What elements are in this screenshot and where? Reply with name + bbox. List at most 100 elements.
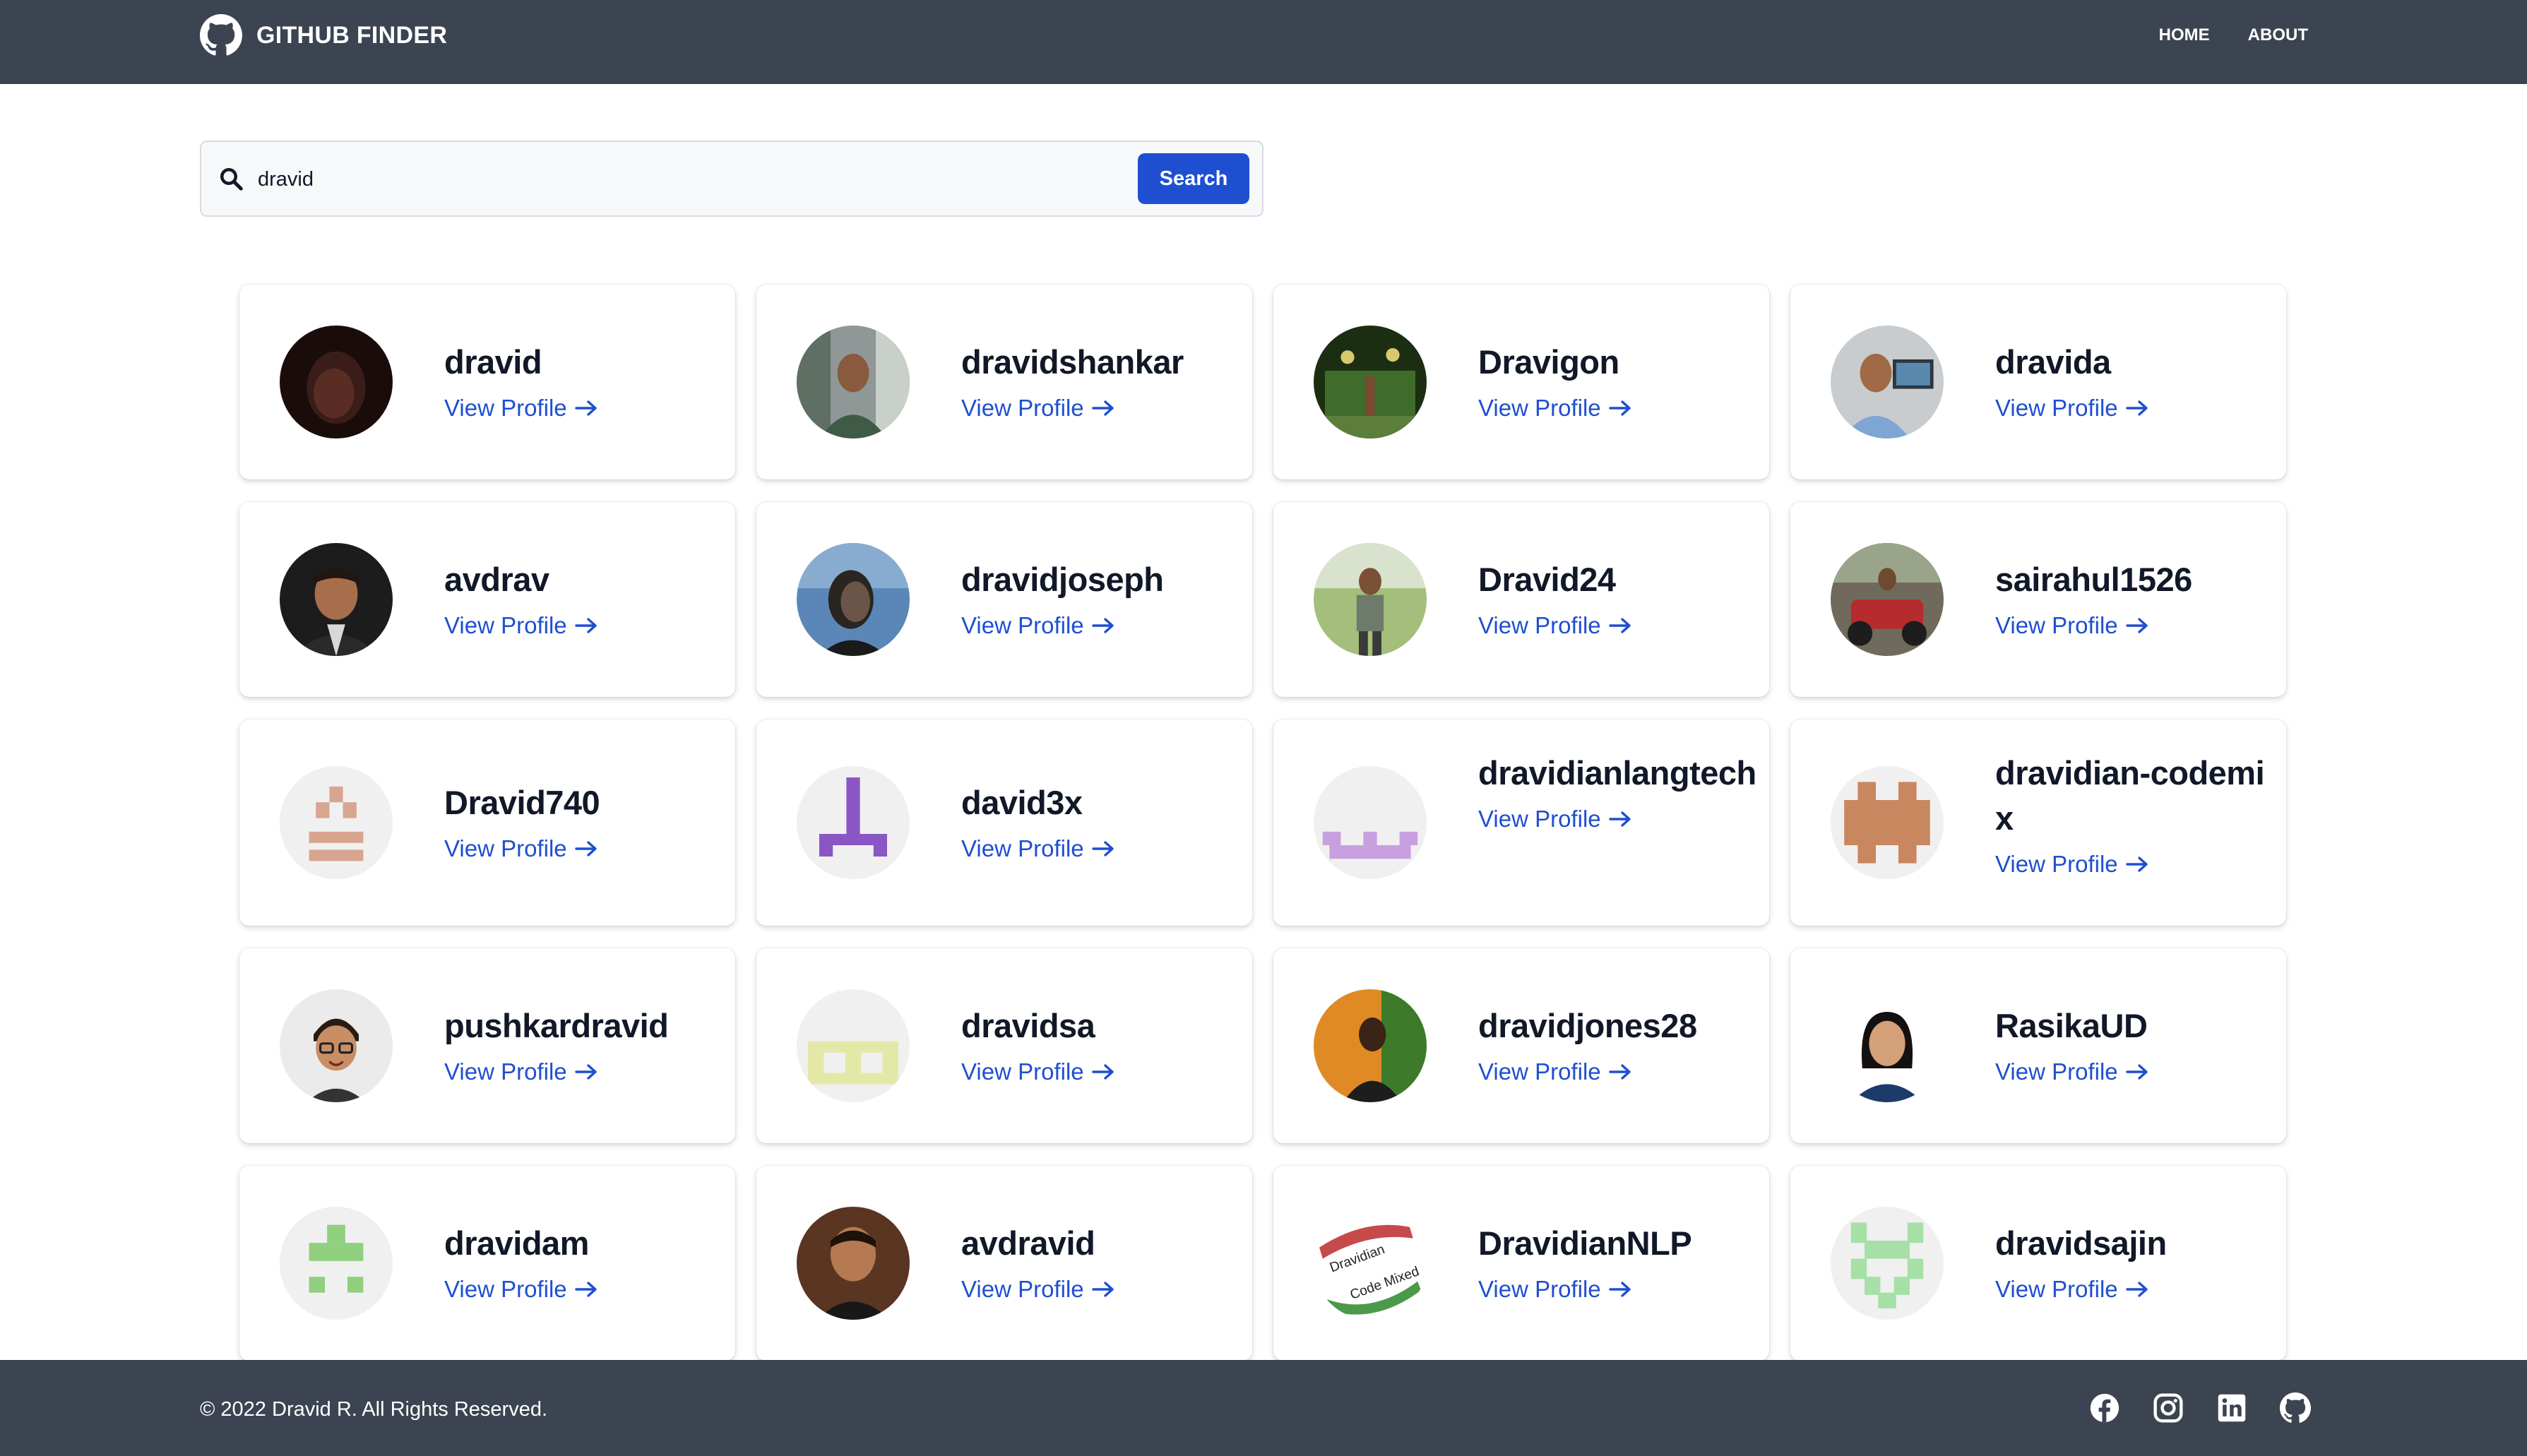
- arrow-right-icon: [1608, 1064, 1631, 1080]
- arrow-right-icon: [1091, 400, 1114, 416]
- view-profile-link-dravida[interactable]: View Profile: [1995, 392, 2149, 424]
- user-card: RasikaUD View Profile: [1790, 948, 2286, 1143]
- user-card-info: Dravigon View Profile: [1478, 340, 1741, 424]
- user-card: dravidjones28 View Profile: [1273, 948, 1769, 1143]
- arrow-right-icon: [1091, 618, 1114, 633]
- instagram-link[interactable]: [2153, 1392, 2184, 1424]
- avatar-image: [280, 766, 393, 879]
- user-login-name: dravidjoseph: [961, 561, 1164, 598]
- arrow-right-icon: [1608, 400, 1631, 416]
- user-card-info: dravidsajin View Profile: [1995, 1221, 2258, 1306]
- view-profile-label: View Profile: [444, 612, 567, 638]
- user-login-name: dravidsajin: [1995, 1224, 2167, 1262]
- user-card-info: DravidianNLP View Profile: [1478, 1221, 1741, 1306]
- user-avatar: [1314, 766, 1427, 879]
- view-profile-link-dravidsa[interactable]: View Profile: [961, 1056, 1115, 1088]
- view-profile-link-dravigon[interactable]: View Profile: [1478, 392, 1632, 424]
- view-profile-label: View Profile: [961, 612, 1084, 638]
- avatar-image: [280, 326, 393, 438]
- view-profile-link-rasikaud[interactable]: View Profile: [1995, 1056, 2149, 1088]
- linkedin-link[interactable]: [2216, 1392, 2247, 1424]
- view-profile-link-avdrav[interactable]: View Profile: [444, 609, 598, 642]
- view-profile-label: View Profile: [961, 835, 1084, 861]
- view-profile-link-dravidiannlp[interactable]: View Profile: [1478, 1273, 1632, 1306]
- arrow-right-icon: [1608, 618, 1631, 633]
- user-card: dravidianlangtech View Profile: [1273, 720, 1769, 926]
- user-avatar: [280, 766, 393, 879]
- avatar-image: DravidianCode Mixed: [1314, 1207, 1427, 1320]
- view-profile-link-dravidam[interactable]: View Profile: [444, 1273, 598, 1306]
- view-profile-label: View Profile: [1478, 612, 1601, 638]
- user-login-name: Dravid24: [1478, 561, 1616, 598]
- user-card: dravidsa View Profile: [756, 948, 1252, 1143]
- user-card-info: RasikaUD View Profile: [1995, 1003, 2258, 1088]
- facebook-link[interactable]: [2089, 1392, 2120, 1424]
- view-profile-link-dravidian-codemix[interactable]: View Profile: [1995, 848, 2149, 881]
- user-card-info: dravidjones28 View Profile: [1478, 1003, 1741, 1088]
- view-profile-link-dravid[interactable]: View Profile: [444, 392, 598, 424]
- view-profile-link-dravidshankar[interactable]: View Profile: [961, 392, 1115, 424]
- user-card: dravidian-codemix View Profile: [1790, 720, 2286, 926]
- user-login-name: dravidian-codemix: [1995, 754, 2265, 837]
- user-login-name: pushkardravid: [444, 1007, 669, 1044]
- user-avatar: [1831, 543, 1944, 656]
- instagram-icon: [2153, 1393, 2183, 1423]
- view-profile-link-sairahul1526[interactable]: View Profile: [1995, 609, 2149, 642]
- avatar-image: [1314, 989, 1427, 1102]
- github-link[interactable]: [2280, 1392, 2311, 1424]
- search-button[interactable]: Search: [1138, 153, 1249, 204]
- user-avatar: [280, 989, 393, 1102]
- avatar-image: [1831, 766, 1944, 879]
- arrow-right-icon: [574, 618, 597, 633]
- arrow-right-icon: [2125, 1282, 2148, 1297]
- search-input[interactable]: [258, 157, 1035, 201]
- user-login-name: sairahul1526: [1995, 561, 2192, 598]
- brand-link[interactable]: GITHUB FINDER: [200, 13, 447, 58]
- user-card: Dravid24 View Profile: [1273, 502, 1769, 697]
- avatar-image: [280, 989, 393, 1102]
- view-profile-link-dravid740[interactable]: View Profile: [444, 833, 598, 865]
- arrow-right-icon: [574, 1282, 597, 1297]
- user-avatar: [797, 1207, 910, 1320]
- view-profile-link-dravidsajin[interactable]: View Profile: [1995, 1273, 2149, 1306]
- view-profile-link-dravidjoseph[interactable]: View Profile: [961, 609, 1115, 642]
- arrow-right-icon: [574, 400, 597, 416]
- user-avatar: Dravidian Code Mixed: [1314, 1207, 1427, 1320]
- arrow-right-icon: [1608, 811, 1631, 827]
- search-icon: [220, 168, 243, 191]
- user-card-info: avdrav View Profile: [444, 557, 707, 642]
- nav-home-link[interactable]: HOME: [2159, 21, 2210, 49]
- view-profile-label: View Profile: [1478, 395, 1601, 421]
- user-card-info: david3x View Profile: [961, 780, 1224, 865]
- user-login-name: dravid: [444, 343, 542, 381]
- view-profile-label: View Profile: [1478, 1276, 1601, 1302]
- arrow-right-icon: [574, 1064, 597, 1080]
- arrow-right-icon: [1608, 1282, 1631, 1297]
- user-card: Dravigon View Profile: [1273, 285, 1769, 479]
- social-links: [2089, 1392, 2311, 1424]
- user-card-info: Dravid24 View Profile: [1478, 557, 1741, 642]
- nav-about-link[interactable]: ABOUT: [2248, 21, 2308, 49]
- user-avatar: [1831, 989, 1944, 1102]
- avatar-image: [1831, 326, 1944, 438]
- view-profile-label: View Profile: [961, 1276, 1084, 1302]
- view-profile-label: View Profile: [444, 1058, 567, 1085]
- view-profile-link-dravidianlangtech[interactable]: View Profile: [1478, 803, 1632, 835]
- view-profile-label: View Profile: [1995, 1058, 2118, 1085]
- view-profile-link-dravidjones28[interactable]: View Profile: [1478, 1056, 1632, 1088]
- user-card: avdrav View Profile: [239, 502, 735, 697]
- user-card: dravidsajin View Profile: [1790, 1166, 2286, 1361]
- view-profile-link-david3x[interactable]: View Profile: [961, 833, 1115, 865]
- user-login-name: Dravid740: [444, 784, 600, 821]
- user-card-info: dravidian-codemix View Profile: [1995, 751, 2265, 881]
- view-profile-link-dravid24[interactable]: View Profile: [1478, 609, 1632, 642]
- view-profile-link-pushkardravid[interactable]: View Profile: [444, 1056, 598, 1088]
- user-card: sairahul1526 View Profile: [1790, 502, 2286, 697]
- avatar-image: [797, 989, 910, 1102]
- avatar-image: [797, 543, 910, 656]
- view-profile-link-avdravid[interactable]: View Profile: [961, 1273, 1115, 1306]
- user-login-name: david3x: [961, 784, 1083, 821]
- arrow-right-icon: [574, 841, 597, 857]
- avatar-image: [1314, 766, 1427, 879]
- navbar: GITHUB FINDER HOME ABOUT: [0, 0, 2527, 84]
